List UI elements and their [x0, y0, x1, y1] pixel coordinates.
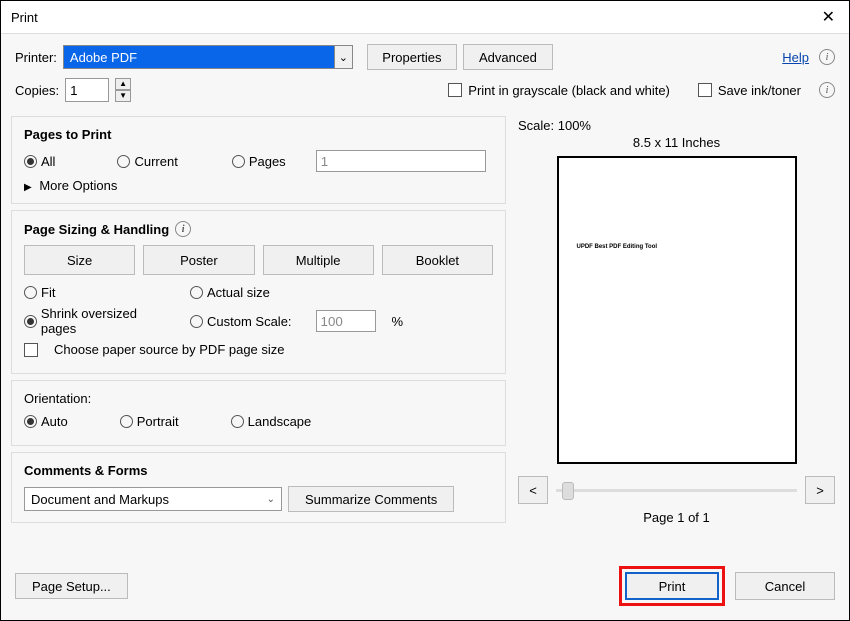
radio-landscape[interactable]: Landscape — [231, 414, 312, 429]
printer-value: Adobe PDF — [70, 50, 137, 65]
dims-label: 8.5 x 11 Inches — [518, 135, 835, 150]
paper-source-checkbox[interactable] — [24, 343, 38, 357]
copies-spinner[interactable]: ▲ ▼ — [115, 78, 131, 102]
comments-dropdown[interactable]: Document and Markups ⌄ — [24, 487, 282, 511]
poster-tab[interactable]: Poster — [143, 245, 254, 275]
chevron-down-icon: ⌄ — [267, 494, 275, 505]
slider-thumb[interactable] — [562, 482, 574, 500]
info-icon[interactable]: i — [175, 221, 191, 237]
saveink-label: Save ink/toner — [718, 83, 801, 98]
pages-to-print-section: Pages to Print All Current Pages ▶ More … — [11, 116, 506, 204]
grayscale-checkbox[interactable] — [448, 83, 462, 97]
spinner-up-icon[interactable]: ▲ — [115, 78, 131, 90]
info-icon[interactable]: i — [819, 82, 835, 98]
properties-button[interactable]: Properties — [367, 44, 457, 70]
page-slider[interactable] — [556, 489, 797, 492]
info-icon[interactable]: i — [819, 49, 835, 65]
close-icon[interactable]: ✕ — [818, 7, 839, 27]
orientation-title: Orientation: — [24, 391, 493, 406]
radio-shrink[interactable]: Shrink oversized pages — [24, 306, 174, 336]
spinner-down-icon[interactable]: ▼ — [115, 90, 131, 102]
cancel-button[interactable]: Cancel — [735, 572, 835, 600]
grayscale-label: Print in grayscale (black and white) — [468, 83, 670, 98]
titlebar: Print ✕ — [1, 1, 849, 34]
pages-input[interactable] — [316, 150, 486, 172]
radio-fit[interactable]: Fit — [24, 285, 174, 300]
radio-portrait[interactable]: Portrait — [120, 414, 179, 429]
printer-dropdown[interactable]: Adobe PDF ⌄ — [63, 45, 353, 69]
page-indicator: Page 1 of 1 — [518, 510, 835, 525]
prev-page-button[interactable]: < — [518, 476, 548, 504]
triangle-right-icon: ▶ — [24, 182, 32, 193]
comments-section: Comments & Forms Document and Markups ⌄ … — [11, 452, 506, 523]
preview-doc-text: UPDF Best PDF Editing Tool — [577, 244, 658, 250]
orientation-section: Orientation: Auto Portrait Landscape — [11, 380, 506, 446]
summarize-button[interactable]: Summarize Comments — [288, 486, 454, 512]
size-tab[interactable]: Size — [24, 245, 135, 275]
radio-current[interactable]: Current — [117, 154, 177, 169]
printer-label: Printer: — [15, 50, 57, 65]
radio-pages[interactable]: Pages — [232, 154, 286, 169]
sizing-title: Page Sizing & Handling — [24, 222, 169, 237]
bottom-bar: Page Setup... Print Cancel — [1, 556, 849, 620]
dialog-title: Print — [11, 10, 38, 25]
custom-scale-input[interactable] — [316, 310, 376, 332]
radio-all[interactable]: All — [24, 154, 55, 169]
copies-label: Copies: — [15, 83, 59, 98]
chevron-down-icon: ⌄ — [334, 46, 352, 68]
print-highlight-annotation: Print — [619, 566, 725, 606]
print-button[interactable]: Print — [625, 572, 719, 600]
preview-panel: Scale: 100% 8.5 x 11 Inches UPDF Best PD… — [506, 110, 849, 556]
scale-label: Scale: 100% — [518, 118, 835, 133]
next-page-button[interactable]: > — [805, 476, 835, 504]
pages-title: Pages to Print — [24, 127, 493, 142]
preview-page: UPDF Best PDF Editing Tool — [557, 156, 797, 464]
booklet-tab[interactable]: Booklet — [382, 245, 493, 275]
saveink-checkbox[interactable] — [698, 83, 712, 97]
paper-source-label: Choose paper source by PDF page size — [54, 342, 285, 357]
advanced-button[interactable]: Advanced — [463, 44, 553, 70]
print-dialog: Print ✕ Printer: Adobe PDF ⌄ Properties … — [0, 0, 850, 621]
comments-title: Comments & Forms — [24, 463, 493, 478]
page-sizing-section: Page Sizing & Handling i Size Poster Mul… — [11, 210, 506, 374]
radio-actual[interactable]: Actual size — [190, 285, 270, 300]
help-link[interactable]: Help — [782, 50, 809, 65]
more-options-toggle[interactable]: ▶ More Options — [24, 178, 493, 193]
copies-input[interactable] — [65, 78, 109, 102]
page-setup-button[interactable]: Page Setup... — [15, 573, 128, 599]
multiple-tab[interactable]: Multiple — [263, 245, 374, 275]
radio-custom-scale[interactable]: Custom Scale: — [190, 314, 292, 329]
radio-auto[interactable]: Auto — [24, 414, 68, 429]
